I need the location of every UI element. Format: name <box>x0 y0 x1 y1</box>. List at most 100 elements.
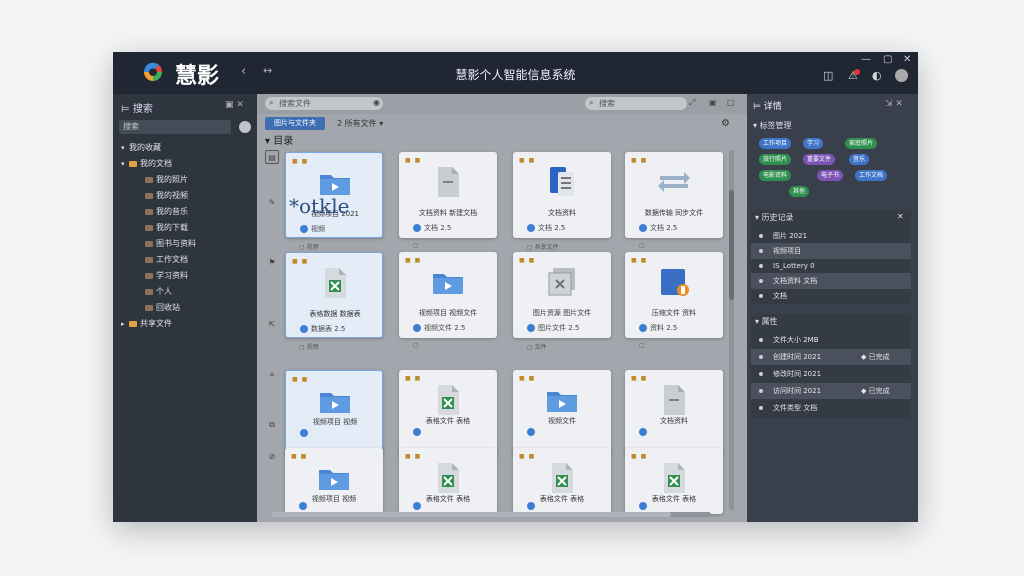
tree-item[interactable]: 我的视频 <box>137 190 188 202</box>
file-card[interactable]: ■ ■ 压缩文件 资料 资料 2.5 <box>625 252 723 338</box>
search-button[interactable] <box>239 121 251 133</box>
tree-item[interactable]: 工作文档 <box>137 254 188 266</box>
bullet-icon <box>759 249 763 253</box>
file-card[interactable]: ■ ■ 文档资料 新建文档 文档 2.5 <box>399 152 497 238</box>
file-card[interactable]: ■ ■ 文档资料 <box>625 370 723 456</box>
view-grid-icon[interactable]: ▣ <box>709 98 717 107</box>
file-search-input[interactable]: 搜索文件 <box>265 97 383 110</box>
property-row[interactable]: 修改时间 2021 <box>751 366 911 382</box>
section-title: ▾ 目录 <box>265 136 294 147</box>
file-card[interactable]: ■ ■ 图片资源 图片文件 图片文件 2.5 <box>513 252 611 338</box>
card-footer-text: 共享文件 <box>534 244 559 251</box>
property-row[interactable]: 文件类型 文档 <box>751 400 911 416</box>
file-card[interactable]: ■ ■ 表格文件 表格 <box>513 448 611 514</box>
file-card[interactable]: ■ ■ 表格文件 表格 <box>625 448 723 514</box>
tree-item-label: 我的文档 <box>140 159 172 168</box>
window-toggle-icon[interactable]: ◫ <box>823 69 833 82</box>
checkbox-icon[interactable]: ▢ <box>413 342 419 349</box>
share-icon[interactable]: ⇱ <box>265 318 279 332</box>
pin-icon[interactable]: ⇲ <box>885 99 893 109</box>
file-card[interactable]: ■ ■ 视频文件 <box>513 370 611 456</box>
settings-icon[interactable]: ⚙ <box>721 118 730 129</box>
dock-icon[interactable]: ▣ <box>225 100 234 110</box>
chevron-down-icon: ▾ <box>121 144 125 152</box>
tree-item[interactable]: 学习资料 <box>137 270 188 282</box>
tag-icon[interactable]: ⌗ <box>265 368 279 382</box>
checkbox-icon[interactable]: ▢ <box>413 242 419 249</box>
tree-item[interactable]: ▾ 我的收藏 <box>121 142 161 154</box>
copy-icon[interactable]: ⧉ <box>265 418 279 432</box>
tree-item[interactable]: 回收站 <box>137 302 180 314</box>
secondary-search-input[interactable]: 搜索 <box>585 97 687 110</box>
tag-chip[interactable]: 电子书 <box>817 170 844 181</box>
props-section-title[interactable]: ▾ 属性 <box>755 316 778 327</box>
tag-chip[interactable]: 学习 <box>803 138 824 149</box>
close-panel-icon[interactable]: ✕ <box>236 100 244 110</box>
folder-icon <box>145 288 153 295</box>
checkbox-icon[interactable]: ▢ <box>299 344 307 351</box>
checkbox-icon[interactable]: ▢ <box>639 242 645 249</box>
avatar[interactable] <box>895 69 908 82</box>
tree-item[interactable]: ▸ 共享文件 <box>121 318 172 330</box>
horizontal-scrollbar[interactable] <box>271 512 711 517</box>
close-icon[interactable]: ✕ <box>903 54 911 65</box>
file-card[interactable]: ■ ■ 数据传输 同步文件 文档 2.5 <box>625 152 723 238</box>
link-icon[interactable]: ⊘ <box>265 450 279 464</box>
tree-item[interactable]: ▾ 我的文档 <box>121 158 172 170</box>
tab-all-files[interactable]: 2 所有文件 ▾ <box>337 117 383 130</box>
file-card[interactable]: ■ ■ 表格文件 表格 <box>399 370 497 456</box>
chevron-down-icon: ▾ <box>121 160 125 168</box>
edit-icon[interactable]: ✎ <box>265 196 279 210</box>
checkbox-icon[interactable]: ▢ <box>527 244 535 251</box>
tag-chip[interactable]: 旅行照片 <box>759 154 792 165</box>
bookmark-icon[interactable]: ⚑ <box>265 256 279 270</box>
vertical-scrollbar[interactable] <box>729 150 734 510</box>
tree-item[interactable]: 我的下载 <box>137 222 188 234</box>
file-card[interactable]: ■ ■ 表格文件 表格 <box>399 448 497 514</box>
tag-chip[interactable]: 音乐 <box>849 154 870 165</box>
file-card[interactable]: ■ ■ 视频项目 视频 <box>285 448 383 514</box>
tree-item-label: 图书与资料 <box>156 239 196 248</box>
property-row[interactable]: 文件大小 2MB <box>751 332 911 348</box>
app-title: 慧影个人智能信息系统 <box>455 68 576 82</box>
tag-chip[interactable]: 工作文档 <box>855 170 888 181</box>
history-section-title[interactable]: ▾ 历史记录 <box>755 212 794 223</box>
history-row[interactable]: 图片 2021 <box>751 228 911 244</box>
tag-chip[interactable]: 工作项目 <box>759 138 792 149</box>
left-search-input[interactable]: 搜索 <box>119 120 231 134</box>
checkbox-icon[interactable]: ▢ <box>299 244 307 251</box>
checkbox-icon[interactable]: ▢ <box>527 344 535 351</box>
checkbox-icon[interactable]: ▢ <box>639 342 645 349</box>
property-row[interactable]: 访问时间 2021 ◆ 已完成 <box>751 383 911 399</box>
close-panel-icon[interactable]: ✕ <box>895 99 903 109</box>
tree-item[interactable]: 我的照片 <box>137 174 188 186</box>
theme-icon[interactable]: ◐ <box>872 69 882 82</box>
tag-chip[interactable]: 家庭照片 <box>845 138 878 149</box>
view-list-icon[interactable]: ▢ <box>727 98 735 107</box>
clear-search-icon[interactable]: ◉ <box>373 98 380 107</box>
file-card[interactable]: ■ ■ 表格数据 数据表 数据表 2.5 <box>285 252 383 338</box>
tags-section-title[interactable]: ▾ 标签管理 <box>753 120 792 131</box>
history-row[interactable]: 文档 <box>751 288 911 304</box>
tag-chip[interactable]: 重要文件 <box>803 154 836 165</box>
grid-view-icon[interactable]: ▤ <box>265 150 279 164</box>
tag-chip[interactable]: 其他 <box>789 186 810 197</box>
scroll-thumb[interactable] <box>729 190 734 300</box>
file-card[interactable]: ■ ■ 视频项目 视频 <box>285 370 383 456</box>
tab-images-folders[interactable]: 图片与文件夹 <box>265 117 325 130</box>
history-row[interactable]: 文档资料 文档 <box>751 273 911 289</box>
property-row[interactable]: 创建时间 2021 ◆ 已完成 <box>751 349 911 365</box>
maximize-icon[interactable]: ▢ <box>883 54 892 65</box>
tree-item[interactable]: 图书与资料 <box>137 238 196 250</box>
tree-item[interactable]: 个人 <box>137 286 172 298</box>
tree-item[interactable]: 我的音乐 <box>137 206 188 218</box>
close-icon[interactable]: ✕ <box>897 212 904 221</box>
history-row[interactable]: 视频项目 <box>751 243 911 259</box>
tag-chip[interactable]: 电影资料 <box>759 170 792 181</box>
file-card[interactable]: ■ ■ 文档资料 文档 2.5 <box>513 152 611 238</box>
minimize-icon[interactable]: — <box>861 54 871 65</box>
history-row[interactable]: IS_Lottery 0 <box>751 258 911 274</box>
scroll-thumb[interactable] <box>271 512 671 517</box>
expand-icon[interactable]: ⤢ <box>689 98 695 108</box>
file-card[interactable]: ■ ■ 视频项目 视频文件 视频文件 2.5 <box>399 252 497 338</box>
